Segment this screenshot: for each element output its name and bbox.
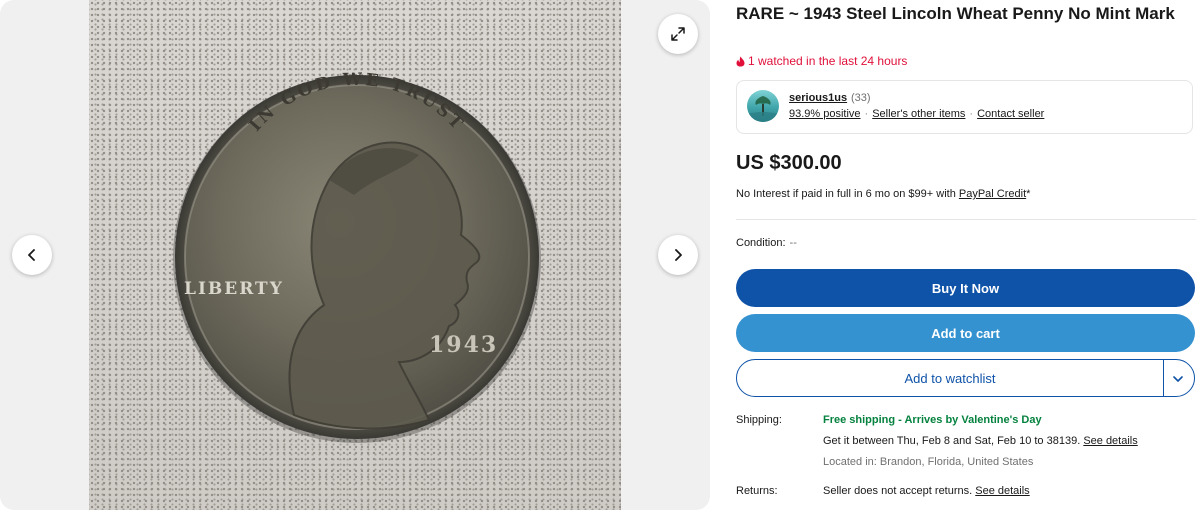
paypal-credit-link[interactable]: PayPal Credit: [959, 188, 1026, 200]
seller-links: 93.9% positive · Seller's other items · …: [789, 108, 1044, 120]
credit-offer: No Interest if paid in full in 6 mo on $…: [736, 188, 1030, 200]
product-photo[interactable]: IN GOD WE TRUST LIBERTY 1943: [89, 0, 621, 510]
watch-count-text: 1 watched in the last 24 hours: [748, 54, 908, 68]
credit-asterisk: *: [1026, 188, 1031, 200]
buy-it-now-button[interactable]: Buy It Now: [736, 269, 1195, 307]
expand-icon: [671, 27, 685, 41]
seller-other-items-link[interactable]: Seller's other items: [872, 108, 965, 120]
coin-year-text: 1943: [429, 332, 498, 358]
returns-details-link[interactable]: See details: [975, 485, 1029, 497]
condition-label: Condition:: [736, 237, 786, 249]
contact-seller-link[interactable]: Contact seller: [977, 108, 1044, 120]
seller-feedback-count: (33): [851, 92, 871, 104]
previous-image-button[interactable]: [12, 235, 52, 275]
buy-it-now-label: Buy It Now: [931, 280, 1000, 296]
seller-card: serious1us (33) 93.9% positive · Seller'…: [736, 80, 1193, 134]
tree-icon: [747, 96, 779, 122]
chevron-right-icon: [675, 249, 682, 261]
item-details-panel: RARE ~ 1943 Steel Lincoln Wheat Penny No…: [736, 0, 1196, 510]
expand-image-button[interactable]: [658, 14, 698, 54]
shipping-label: Shipping:: [736, 414, 782, 426]
condition-value: --: [789, 237, 797, 249]
seller-avatar[interactable]: [747, 90, 779, 122]
seller-positive-link[interactable]: 93.9% positive: [789, 108, 861, 120]
shipping-details-link[interactable]: See details: [1083, 435, 1137, 447]
image-gallery: IN GOD WE TRUST LIBERTY 1943: [0, 0, 710, 510]
returns-info: Seller does not accept returns. See deta…: [823, 485, 1030, 497]
returns-label: Returns:: [736, 485, 778, 497]
credit-offer-text: No Interest if paid in full in 6 mo on $…: [736, 188, 959, 200]
next-image-button[interactable]: [658, 235, 698, 275]
chevron-left-icon: [28, 249, 35, 261]
condition-row: Condition: --: [736, 237, 797, 249]
chevron-down-icon[interactable]: [1171, 372, 1185, 386]
listing-title: RARE ~ 1943 Steel Lincoln Wheat Penny No…: [736, 4, 1175, 23]
flame-icon: [736, 56, 745, 66]
separator: ·: [969, 108, 974, 120]
watchlist-split-divider: [1163, 360, 1164, 396]
item-price: US $300.00: [736, 152, 842, 174]
divider: [736, 219, 1196, 220]
watch-count-note: 1 watched in the last 24 hours: [736, 54, 907, 68]
coin-image: IN GOD WE TRUST LIBERTY 1943: [173, 70, 541, 443]
seller-name-link[interactable]: serious1us: [789, 92, 847, 104]
coin-liberty-text: LIBERTY: [184, 279, 284, 299]
add-to-watchlist-label: Add to watchlist: [904, 370, 996, 386]
returns-text: Seller does not accept returns.: [823, 485, 976, 497]
shipping-headline: Free shipping - Arrives by Valentine's D…: [823, 414, 1042, 426]
item-location: Located in: Brandon, Florida, United Sta…: [823, 456, 1034, 468]
separator: ·: [864, 108, 869, 120]
add-to-cart-label: Add to cart: [931, 325, 1000, 341]
shipping-estimate-text: Get it between Thu, Feb 8 and Sat, Feb 1…: [823, 435, 1084, 447]
add-to-cart-button[interactable]: Add to cart: [736, 314, 1195, 352]
shipping-estimate: Get it between Thu, Feb 8 and Sat, Feb 1…: [823, 435, 1138, 447]
add-to-watchlist-button[interactable]: Add to watchlist: [736, 359, 1195, 397]
